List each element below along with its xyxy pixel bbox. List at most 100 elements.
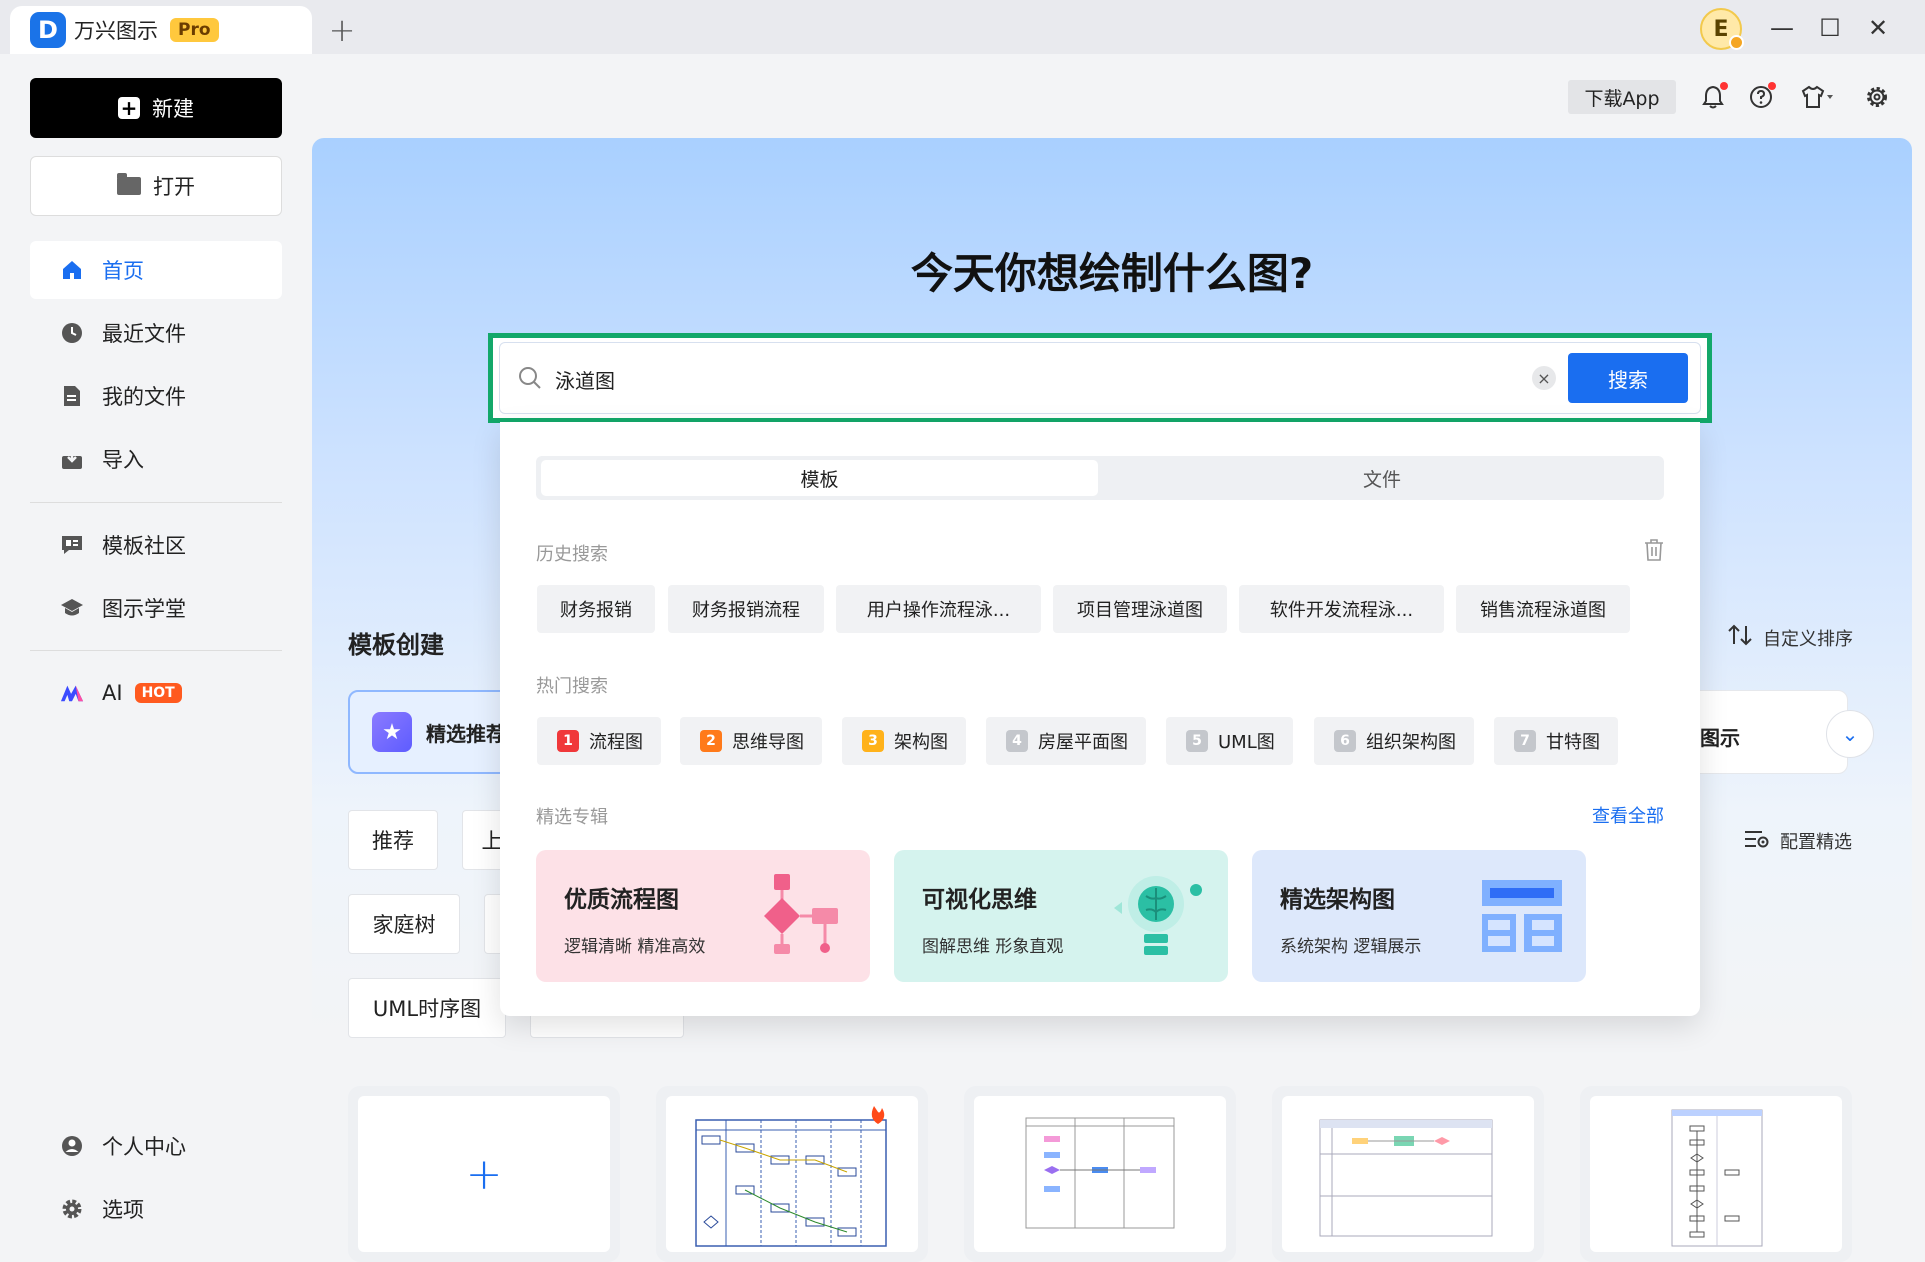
sidebar-item-template-community[interactable]: 模板社区 [30,516,282,574]
blank-template-card[interactable]: + [348,1086,620,1262]
vip-badge-icon [1729,35,1744,50]
hot-chip-label: UML图 [1218,732,1275,753]
new-label: 新建 [152,97,194,121]
rank-badge: 6 [1334,730,1356,752]
template-thumbnail [974,1096,1226,1252]
hot-chip-label: 思维导图 [732,732,804,753]
clear-search-icon[interactable]: × [1532,366,1556,390]
graduation-cap-icon [60,596,84,620]
history-chip[interactable]: 软件开发流程泳... [1239,585,1444,633]
architecture-icon [1480,878,1564,958]
folder-icon [117,173,141,195]
sidebar-item-ai[interactable]: AI HOT [30,664,282,722]
rank-badge: 4 [1006,730,1028,752]
settings-icon[interactable] [1862,82,1892,112]
sidebar [0,54,312,1262]
history-chip[interactable]: 销售流程泳道图 [1456,585,1630,633]
open-button[interactable]: 打开 [30,156,282,216]
hot-chip[interactable]: 1 流程图 [537,717,661,765]
rank-badge: 1 [557,730,579,752]
sidebar-item-label: 我的文件 [102,385,186,409]
sidebar-item-academy[interactable]: 图示学堂 [30,579,282,637]
hot-chip-label: 流程图 [589,732,643,753]
template-card[interactable] [1580,1086,1852,1262]
chevron-down-icon[interactable]: ⌄ [1826,710,1874,758]
sidebar-item-label: 个人中心 [102,1135,186,1159]
sidebar-item-label: AI [102,681,123,705]
special-card-architecture[interactable]: 精选架构图 系统架构 逻辑展示 [1252,850,1586,982]
ai-logo-icon [60,681,84,705]
open-label: 打开 [153,175,195,199]
hot-search-label: 热门搜索 [536,676,608,697]
minimize-button[interactable]: — [1762,10,1802,46]
hot-chip[interactable]: 3 架构图 [842,717,966,765]
plus-icon: + [118,97,140,119]
help-icon[interactable] [1746,82,1776,112]
bell-icon[interactable] [1698,82,1728,112]
hot-chip[interactable]: 7 甘特图 [1494,717,1618,765]
sidebar-item-import[interactable]: 导入 [30,430,282,488]
search-input[interactable] [555,360,1515,398]
rank-badge: 3 [862,730,884,752]
config-featured-button[interactable]: 配置精选 [1744,828,1852,854]
template-thumbnail [1282,1096,1534,1252]
template-card[interactable] [1272,1086,1544,1262]
history-chip[interactable]: 用户操作流程泳... [836,585,1041,633]
category-chip[interactable]: 家庭树 [348,894,460,954]
app-tab[interactable]: D 万兴图示 Pro [10,6,312,54]
maximize-button[interactable]: ☐ [1810,10,1850,46]
sort-button[interactable]: 自定义排序 [1727,624,1853,651]
featured-right-label: 图示 [1700,726,1740,750]
page-title: 今天你想绘制什么图? [910,249,1314,298]
special-label: 精选专辑 [536,807,608,828]
sidebar-item-my-files[interactable]: 我的文件 [30,367,282,425]
category-chip[interactable]: 推荐 [348,810,438,870]
rank-badge: 7 [1514,730,1536,752]
skin-icon[interactable] [1798,82,1838,112]
avatar[interactable]: E [1700,8,1744,50]
lightbulb-brain-icon [1112,868,1212,968]
category-chip[interactable]: UML时序图 [348,978,506,1038]
close-button[interactable]: ✕ [1858,10,1898,46]
app-logo: D [30,12,66,48]
special-card-mindmap[interactable]: 可视化思维 图解思维 形象直观 [894,850,1228,982]
tab-templates[interactable]: 模板 [541,460,1098,496]
sidebar-item-label: 图示学堂 [102,597,186,621]
community-icon [60,533,84,557]
star-card-icon: ★ [372,712,412,752]
download-app-button[interactable]: 下载App [1568,80,1676,114]
template-card[interactable] [656,1086,928,1262]
sidebar-item-options[interactable]: 选项 [30,1180,282,1238]
help-dot [1768,82,1776,90]
pro-badge: Pro [170,18,219,42]
view-all-link[interactable]: 查看全部 [1592,802,1664,828]
search-button[interactable]: 搜索 [1568,353,1688,403]
special-card-flowchart[interactable]: 优质流程图 逻辑清晰 精准高效 [536,850,870,982]
sidebar-item-recent[interactable]: 最近文件 [30,304,282,362]
new-tab-button[interactable]: + [322,11,362,49]
notification-dot [1720,82,1728,90]
template-card[interactable] [964,1086,1236,1262]
hot-chip[interactable]: 2 思维导图 [680,717,822,765]
tab-files[interactable]: 文件 [1104,460,1660,496]
sort-icon [1727,624,1753,651]
import-icon [60,447,84,471]
hot-chip[interactable]: 5 UML图 [1166,717,1293,765]
gear-icon [60,1197,84,1221]
trash-icon[interactable] [1644,539,1664,561]
history-chip[interactable]: 财务报销流程 [668,585,824,633]
sidebar-item-label: 选项 [102,1198,144,1222]
featured-recommend-tab[interactable]: ★ 精选推荐 [348,690,513,774]
template-thumbnail [666,1096,918,1252]
sidebar-divider [30,650,282,651]
sidebar-item-profile[interactable]: 个人中心 [30,1117,282,1175]
hot-chip[interactable]: 4 房屋平面图 [986,717,1146,765]
sidebar-divider [30,502,282,503]
app-name: 万兴图示 [74,19,158,43]
rank-badge: 2 [700,730,722,752]
sidebar-item-home[interactable]: 首页 [30,241,282,299]
new-button[interactable]: + 新建 [30,78,282,138]
history-chip[interactable]: 项目管理泳道图 [1053,585,1227,633]
hot-chip[interactable]: 6 组织架构图 [1314,717,1474,765]
history-chip[interactable]: 财务报销 [537,585,655,633]
